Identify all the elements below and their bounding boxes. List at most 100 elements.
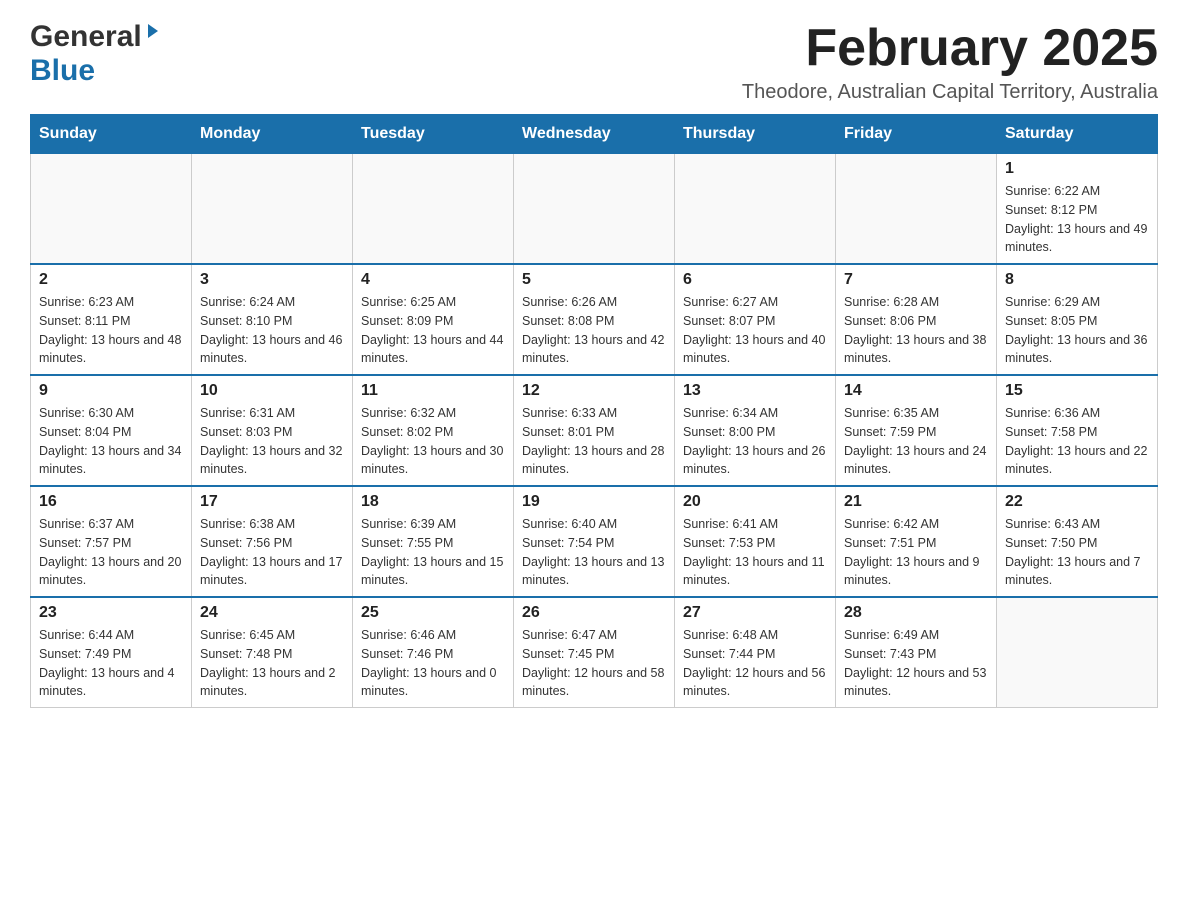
day-number: 10 <box>200 382 344 400</box>
table-row: 2 Sunrise: 6:23 AMSunset: 8:11 PMDaylight… <box>31 264 192 375</box>
header-saturday: Saturday <box>997 115 1158 154</box>
day-info: Sunrise: 6:45 AMSunset: 7:48 PMDaylight:… <box>200 626 344 701</box>
day-number: 13 <box>683 382 827 400</box>
table-row: 18 Sunrise: 6:39 AMSunset: 7:55 PMDayligh… <box>353 486 514 597</box>
table-row: 28 Sunrise: 6:49 AMSunset: 7:43 PMDayligh… <box>836 597 997 708</box>
logo: General Blue <box>30 20 162 88</box>
day-info: Sunrise: 6:29 AMSunset: 8:05 PMDaylight:… <box>1005 293 1149 368</box>
table-row <box>192 154 353 265</box>
calendar-week-3: 9 Sunrise: 6:30 AMSunset: 8:04 PMDaylight… <box>31 375 1158 486</box>
table-row <box>997 597 1158 708</box>
header-tuesday: Tuesday <box>353 115 514 154</box>
day-number: 7 <box>844 271 988 289</box>
table-row: 17Sunrise: 6:38 AMSunset: 7:56 PMDayligh… <box>192 486 353 597</box>
day-info: Sunrise: 6:35 AMSunset: 7:59 PMDaylight:… <box>844 404 988 479</box>
table-row: 8 Sunrise: 6:29 AMSunset: 8:05 PMDaylight… <box>997 264 1158 375</box>
day-info: Sunrise: 6:36 AMSunset: 7:58 PMDaylight:… <box>1005 404 1149 479</box>
day-number: 8 <box>1005 271 1149 289</box>
table-row: 4 Sunrise: 6:25 AMSunset: 8:09 PMDaylight… <box>353 264 514 375</box>
table-row: 15 Sunrise: 6:36 AMSunset: 7:58 PMDayligh… <box>997 375 1158 486</box>
calendar-week-1: 1 Sunrise: 6:22 AMSunset: 8:12 PMDaylight… <box>31 154 1158 265</box>
table-row: 13 Sunrise: 6:34 AMSunset: 8:00 PMDayligh… <box>675 375 836 486</box>
header-friday: Friday <box>836 115 997 154</box>
day-info: Sunrise: 6:39 AMSunset: 7:55 PMDaylight:… <box>361 515 505 590</box>
day-number: 2 <box>39 271 183 289</box>
day-number: 5 <box>522 271 666 289</box>
day-info: Sunrise: 6:25 AMSunset: 8:09 PMDaylight:… <box>361 293 505 368</box>
day-info: Sunrise: 6:27 AMSunset: 8:07 PMDaylight:… <box>683 293 827 368</box>
day-info: Sunrise: 6:24 AMSunset: 8:10 PMDaylight:… <box>200 293 344 368</box>
table-row: 7 Sunrise: 6:28 AMSunset: 8:06 PMDaylight… <box>836 264 997 375</box>
table-row: 5 Sunrise: 6:26 AMSunset: 8:08 PMDaylight… <box>514 264 675 375</box>
calendar-week-4: 16 Sunrise: 6:37 AMSunset: 7:57 PMDayligh… <box>31 486 1158 597</box>
calendar-table: Sunday Monday Tuesday Wednesday Thursday… <box>30 114 1158 708</box>
day-info: Sunrise: 6:42 AMSunset: 7:51 PMDaylight:… <box>844 515 988 590</box>
day-info: Sunrise: 6:32 AMSunset: 8:02 PMDaylight:… <box>361 404 505 479</box>
table-row: 25 Sunrise: 6:46 AMSunset: 7:46 PMDayligh… <box>353 597 514 708</box>
day-number: 12 <box>522 382 666 400</box>
day-info: Sunrise: 6:30 AMSunset: 8:04 PMDaylight:… <box>39 404 183 479</box>
day-info: Sunrise: 6:43 AMSunset: 7:50 PMDaylight:… <box>1005 515 1149 590</box>
table-row: 14 Sunrise: 6:35 AMSunset: 7:59 PMDayligh… <box>836 375 997 486</box>
day-number: 22 <box>1005 493 1149 511</box>
logo-arrow-icon <box>144 22 162 45</box>
table-row: 16 Sunrise: 6:37 AMSunset: 7:57 PMDayligh… <box>31 486 192 597</box>
day-number: 3 <box>200 271 344 289</box>
day-number: 4 <box>361 271 505 289</box>
table-row <box>353 154 514 265</box>
day-info: Sunrise: 6:46 AMSunset: 7:46 PMDaylight:… <box>361 626 505 701</box>
day-number: 26 <box>522 604 666 622</box>
calendar-week-2: 2 Sunrise: 6:23 AMSunset: 8:11 PMDaylight… <box>31 264 1158 375</box>
day-info: Sunrise: 6:33 AMSunset: 8:01 PMDaylight:… <box>522 404 666 479</box>
calendar-week-5: 23Sunrise: 6:44 AMSunset: 7:49 PMDayligh… <box>31 597 1158 708</box>
day-number: 14 <box>844 382 988 400</box>
logo-general-text: General <box>30 20 142 54</box>
day-number: 27 <box>683 604 827 622</box>
day-info: Sunrise: 6:44 AMSunset: 7:49 PMDaylight:… <box>39 626 183 701</box>
day-number: 19 <box>522 493 666 511</box>
table-row: 22 Sunrise: 6:43 AMSunset: 7:50 PMDayligh… <box>997 486 1158 597</box>
day-info: Sunrise: 6:40 AMSunset: 7:54 PMDaylight:… <box>522 515 666 590</box>
day-info: Sunrise: 6:22 AMSunset: 8:12 PMDaylight:… <box>1005 182 1149 257</box>
table-row <box>675 154 836 265</box>
day-number: 21 <box>844 493 988 511</box>
day-number: 18 <box>361 493 505 511</box>
title-section: February 2025 Theodore, Australian Capit… <box>742 20 1158 104</box>
table-row: 9 Sunrise: 6:30 AMSunset: 8:04 PMDaylight… <box>31 375 192 486</box>
day-info: Sunrise: 6:26 AMSunset: 8:08 PMDaylight:… <box>522 293 666 368</box>
day-info: Sunrise: 6:34 AMSunset: 8:00 PMDaylight:… <box>683 404 827 479</box>
day-number: 28 <box>844 604 988 622</box>
day-number: 25 <box>361 604 505 622</box>
day-info: Sunrise: 6:23 AMSunset: 8:11 PMDaylight:… <box>39 293 183 368</box>
day-number: 9 <box>39 382 183 400</box>
day-info: Sunrise: 6:37 AMSunset: 7:57 PMDaylight:… <box>39 515 183 590</box>
day-number: 24 <box>200 604 344 622</box>
header-wednesday: Wednesday <box>514 115 675 154</box>
day-info: Sunrise: 6:31 AMSunset: 8:03 PMDaylight:… <box>200 404 344 479</box>
table-row: 3 Sunrise: 6:24 AMSunset: 8:10 PMDaylight… <box>192 264 353 375</box>
table-row: 27Sunrise: 6:48 AMSunset: 7:44 PMDayligh… <box>675 597 836 708</box>
table-row <box>514 154 675 265</box>
table-row: 24 Sunrise: 6:45 AMSunset: 7:48 PMDayligh… <box>192 597 353 708</box>
month-title: February 2025 <box>742 20 1158 77</box>
table-row: 10 Sunrise: 6:31 AMSunset: 8:03 PMDayligh… <box>192 375 353 486</box>
header-thursday: Thursday <box>675 115 836 154</box>
day-number: 1 <box>1005 160 1149 178</box>
table-row <box>31 154 192 265</box>
day-number: 17 <box>200 493 344 511</box>
table-row: 19 Sunrise: 6:40 AMSunset: 7:54 PMDayligh… <box>514 486 675 597</box>
day-number: 6 <box>683 271 827 289</box>
day-number: 16 <box>39 493 183 511</box>
table-row <box>836 154 997 265</box>
table-row: 26Sunrise: 6:47 AMSunset: 7:45 PMDayligh… <box>514 597 675 708</box>
table-row: 6 Sunrise: 6:27 AMSunset: 8:07 PMDaylight… <box>675 264 836 375</box>
page-header: General Blue February 2025 Theodore, Aus… <box>30 20 1158 104</box>
header-sunday: Sunday <box>31 115 192 154</box>
table-row: 11 Sunrise: 6:32 AMSunset: 8:02 PMDayligh… <box>353 375 514 486</box>
day-number: 11 <box>361 382 505 400</box>
header-monday: Monday <box>192 115 353 154</box>
weekday-header-row: Sunday Monday Tuesday Wednesday Thursday… <box>31 115 1158 154</box>
day-info: Sunrise: 6:49 AMSunset: 7:43 PMDaylight:… <box>844 626 988 701</box>
day-number: 15 <box>1005 382 1149 400</box>
day-info: Sunrise: 6:28 AMSunset: 8:06 PMDaylight:… <box>844 293 988 368</box>
